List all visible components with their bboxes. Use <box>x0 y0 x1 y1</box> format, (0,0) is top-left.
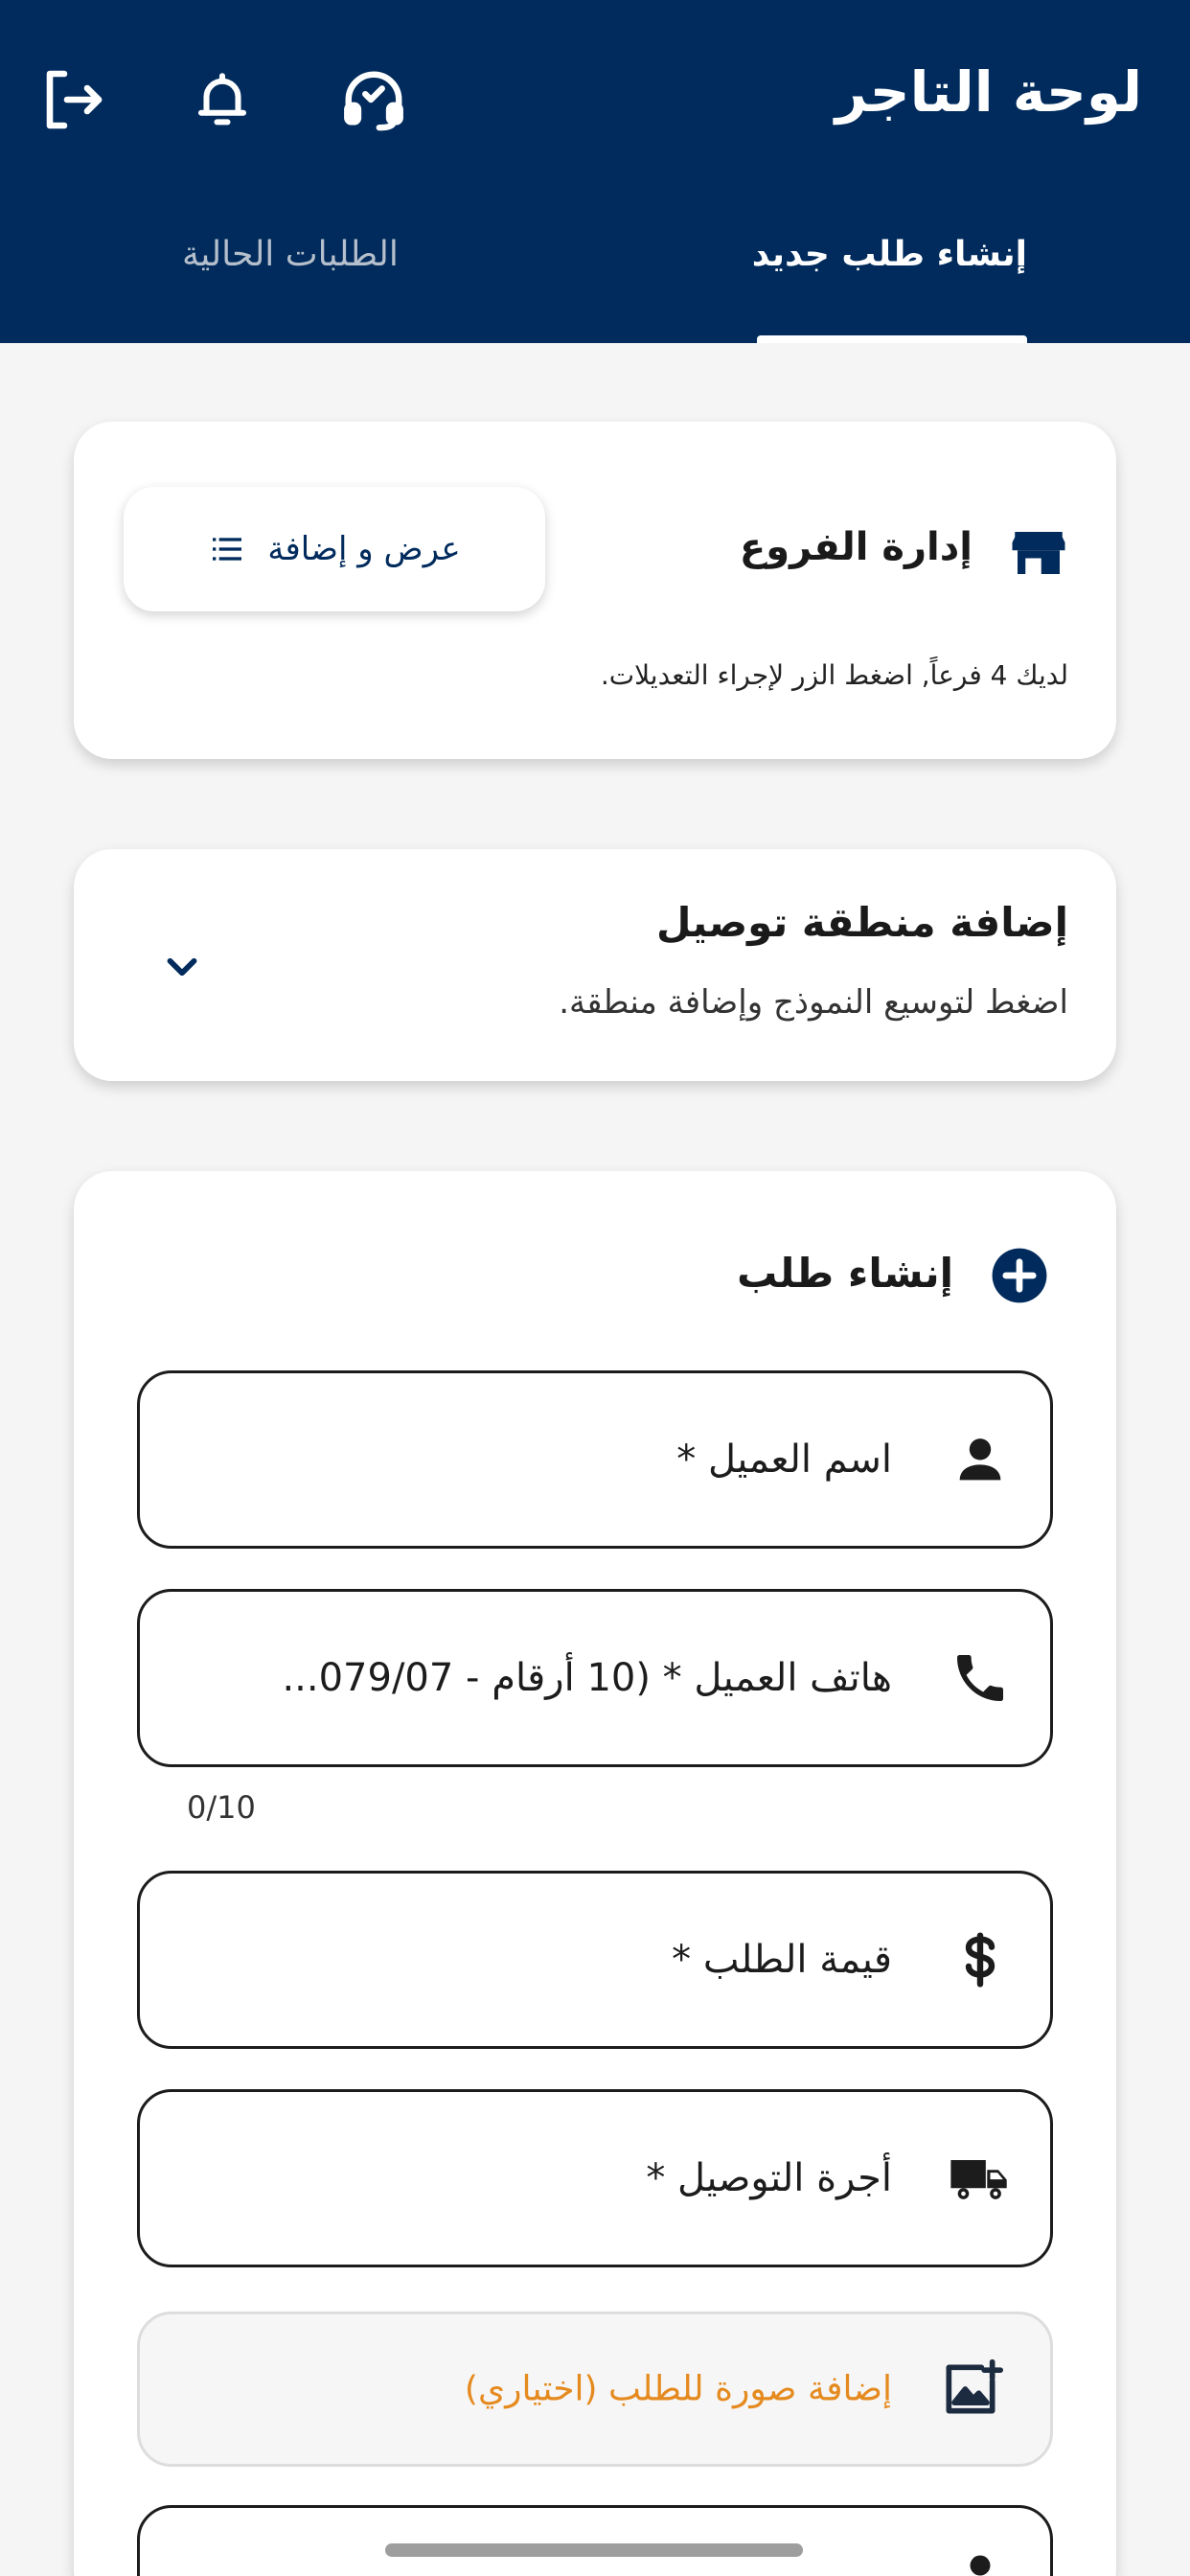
bell-icon[interactable] <box>184 61 261 138</box>
customer-phone-field[interactable]: هاتف العميل * (10 أرقام - 079/07... <box>137 1589 1053 1767</box>
delivery-fee-field[interactable]: أجرة التوصيل * <box>137 2089 1053 2267</box>
view-add-branches-label: عرض و إضافة <box>267 530 461 568</box>
create-order-card: إنشاء طلب اسم العميل * هاتف العميل * (10… <box>74 1171 1116 2576</box>
person-icon <box>947 1426 1014 1493</box>
person-icon <box>947 2542 1014 2576</box>
tab-current-orders[interactable]: الطلبات الحالية <box>182 235 399 274</box>
branches-description: لديك 4 فرعاً, اضغط الزر لإجراء التعديلات… <box>600 659 1068 691</box>
active-tab-indicator <box>757 335 1027 343</box>
delivery-zone-card[interactable]: إضافة منطقة توصيل اضغط لتوسيع النموذج وإ… <box>74 849 1116 1081</box>
add-order-image-button[interactable]: إضافة صورة للطلب (اختياري) <box>137 2312 1053 2467</box>
tab-new-order[interactable]: إنشاء طلب جديد <box>752 235 1027 274</box>
order-value-field[interactable]: قيمة الطلب * <box>137 1871 1053 2049</box>
chevron-down-icon[interactable] <box>158 943 206 991</box>
add-photo-icon <box>937 2356 1004 2423</box>
next-form-field[interactable] <box>137 2505 1053 2576</box>
delivery-zone-subtitle: اضغط لتوسيع النموذج وإضافة منطقة. <box>559 983 1068 1022</box>
logout-icon[interactable] <box>34 61 111 138</box>
customer-name-label: اسم العميل * <box>676 1438 892 1482</box>
delivery-zone-title: إضافة منطقة توصيل <box>655 899 1068 946</box>
phone-icon <box>947 1644 1014 1712</box>
delivery-fee-label: أجرة التوصيل * <box>646 2156 892 2200</box>
app-header: لوحة التاجر إنشاء طلب جديد الطلبات الحال… <box>0 0 1190 343</box>
truck-icon <box>947 2145 1014 2212</box>
branches-card: إدارة الفروع عرض و إضافة لديك 4 فرعاً, ا… <box>74 422 1116 759</box>
customer-phone-label: هاتف العميل * (10 أرقام - 079/07... <box>282 1656 892 1700</box>
headset-icon[interactable] <box>335 61 412 138</box>
dollar-icon <box>947 1926 1014 1993</box>
create-order-title: إنشاء طلب <box>737 1250 953 1297</box>
customer-name-field[interactable]: اسم العميل * <box>137 1370 1053 1549</box>
view-add-branches-button[interactable]: عرض و إضافة <box>124 487 545 611</box>
branches-title: إدارة الفروع <box>739 525 973 569</box>
home-indicator <box>385 2543 803 2557</box>
page-title: لوحة التاجر <box>835 59 1142 125</box>
add-circle-icon <box>990 1246 1049 1305</box>
order-value-label: قيمة الطلب * <box>672 1938 892 1982</box>
list-icon <box>208 530 246 568</box>
phone-char-counter: 0/10 <box>187 1789 256 1826</box>
add-order-image-label: إضافة صورة للطلب (اختياري) <box>464 2369 892 2409</box>
store-icon <box>1007 521 1070 585</box>
